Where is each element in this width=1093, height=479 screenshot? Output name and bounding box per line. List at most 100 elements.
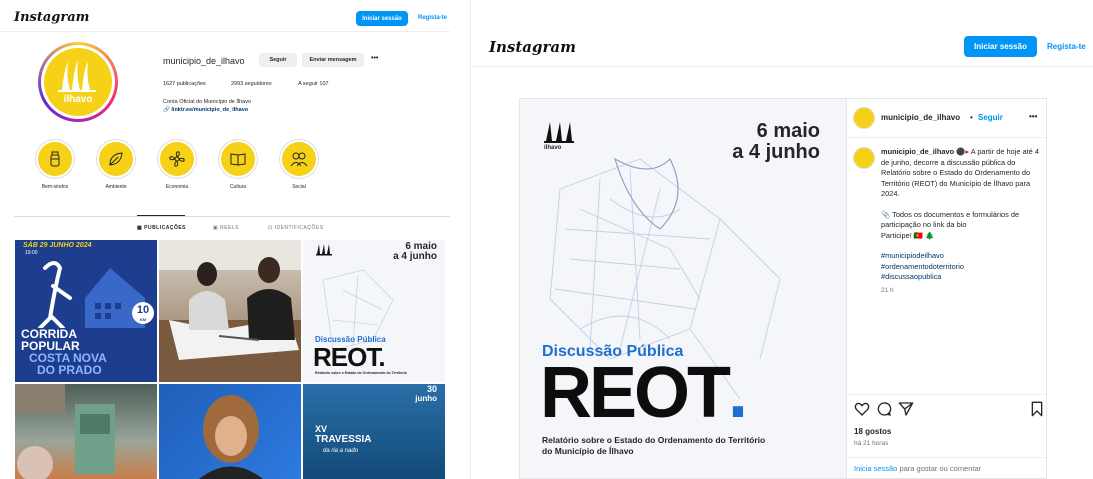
image-big-title: REOT . — [540, 353, 749, 433]
bio-link[interactable]: 🔗 linktr.ee/municipio_de_ilhavo — [163, 107, 248, 113]
ilhavo-logo-icon — [58, 60, 96, 92]
bio-text: Conta Oficial do Município de Ílhavo — [163, 99, 252, 105]
likes-count[interactable]: 18 gostos — [854, 427, 891, 436]
caption-avatar[interactable] — [853, 147, 875, 169]
posts-count: 1627 publicações — [163, 81, 206, 87]
reot-dot: . — [728, 353, 749, 433]
people-icon — [290, 152, 308, 167]
avatar[interactable]: ílhavo — [38, 42, 118, 122]
distance-unit: KM — [139, 317, 147, 322]
post-date: há 21 horas — [854, 440, 889, 447]
photo-tools-icon — [15, 384, 115, 479]
hashtag-link[interactable]: #municipiodeilhavo — [881, 251, 1041, 262]
comment-icon[interactable] — [876, 401, 892, 417]
post-side-panel: municipio_de_ilhavo • Seguir ••• municip… — [847, 98, 1047, 479]
distance-value: 10 — [136, 304, 150, 316]
instagram-logo[interactable]: Instagram — [14, 10, 89, 25]
login-prompt-text: para gostar ou comentar — [897, 464, 982, 473]
tile-caption: Relatório sobre o Estado do Ordenamento … — [315, 371, 407, 375]
post-tile-tools-photo[interactable] — [15, 384, 157, 479]
hashtag-link[interactable]: #ordenamentodoterritorio — [881, 262, 1041, 273]
highlight-economia[interactable] — [158, 140, 196, 178]
fan-icon — [169, 151, 185, 167]
ilhavo-logo-label: ílhavo — [544, 145, 562, 151]
post-tile-portrait-photo[interactable] — [159, 384, 301, 479]
message-button[interactable]: Enviar mensagem — [302, 53, 364, 67]
tab-label: PUBLICAÇÕES — [144, 225, 187, 231]
post-tile-workshop-photo[interactable] — [159, 240, 301, 382]
signup-link[interactable]: Regista-te — [418, 15, 447, 21]
tab-publicacoes[interactable]: ▦ PUBLICAÇÕES — [137, 225, 186, 231]
tabs-divider — [14, 216, 450, 217]
caption-username[interactable]: municipio_de_ilhavo — [881, 147, 954, 156]
profile-username: municipio_de_ilhavo — [163, 56, 245, 66]
top-divider — [0, 31, 450, 32]
avatar-label: ílhavo — [63, 94, 93, 105]
login-prompt: Inicia sessão para gostar ou comentar — [854, 464, 981, 473]
following-count[interactable]: A seguir 107 — [298, 81, 329, 87]
photo-person-icon — [199, 395, 263, 479]
share-icon[interactable] — [898, 401, 914, 417]
tab-label: REELS — [220, 225, 240, 231]
instagram-logo[interactable]: Instagram — [489, 38, 576, 56]
image-caption-2: do Município de Ílhavo — [542, 446, 634, 456]
highlight-ambiente[interactable] — [97, 140, 135, 178]
tile-edition: XV — [315, 424, 328, 434]
more-options-icon[interactable]: ••• — [1029, 112, 1037, 121]
top-divider — [471, 66, 1093, 67]
active-tab-indicator — [137, 215, 185, 216]
author-username[interactable]: municipio_de_ilhavo — [881, 113, 960, 122]
login-button[interactable]: Iniciar sessão — [964, 36, 1037, 57]
highlight-label: Bem-vindos — [41, 184, 69, 190]
tile-title-4: DO PRADO — [37, 363, 102, 377]
login-prompt-link[interactable]: Inicia sessão — [854, 464, 897, 473]
highlight-label: Social — [292, 184, 306, 190]
author-avatar[interactable] — [853, 107, 875, 129]
caption-time: 21 h — [881, 286, 894, 294]
actions-divider — [847, 394, 1046, 395]
tab-label: IDENTIFICAÇÕES — [274, 225, 324, 231]
tile-time: 19:00 — [25, 250, 38, 256]
login-button[interactable]: Iniciar sessão — [356, 11, 408, 26]
highlight-cultura[interactable] — [219, 140, 257, 178]
caption-text-3-label: Participe! — [881, 230, 912, 240]
hashtag-link[interactable]: #discussaopublica — [881, 272, 1041, 283]
follow-link[interactable]: Seguir — [978, 113, 1003, 122]
caption-body: municipio_de_ilhavo ⚫▸ A partir de hoje … — [881, 147, 1041, 296]
caption-text-3: Participe! 🇵🇹 🌲 — [881, 230, 935, 240]
reot-text: REOT — [540, 353, 731, 433]
tile-date-2: a 4 junho — [393, 251, 437, 262]
distance-badge: 10 KM — [132, 302, 154, 324]
highlight-label: Economia — [165, 184, 189, 190]
post-tile-travessia[interactable]: 30 junho XV TRAVESSIA da ria a nado — [303, 384, 445, 479]
header-separator: • — [970, 113, 973, 122]
tab-reels[interactable]: ▣ REELS — [213, 225, 239, 231]
heart-icon[interactable] — [854, 401, 870, 417]
footer-divider — [847, 457, 1046, 458]
post-tile-corrida[interactable]: SÁB 29 JUNHO 2024 19:00 10 KM CORRIDA PO… — [15, 240, 157, 382]
tile-big-text: REOT. — [313, 342, 386, 372]
post-tile-reot[interactable]: 6 maio a 4 junho Discussão Pública REOT.… — [303, 240, 445, 382]
caption-text-2: 📎 Todos os documentos e formulários de p… — [881, 209, 1020, 230]
post-image[interactable]: ílhavo 6 maio a 4 junho Discussão Públic… — [519, 98, 847, 479]
tile-title: TRAVESSIA — [315, 434, 372, 445]
tab-identificacoes[interactable]: ⊡ IDENTIFICAÇÕES — [268, 225, 324, 231]
leaf-icon — [109, 152, 123, 166]
highlight-social[interactable] — [280, 140, 318, 178]
tile-subtitle: da ria a nado — [323, 448, 359, 454]
follow-button[interactable]: Seguir — [259, 53, 297, 67]
more-options-icon[interactable]: ••• — [371, 55, 378, 62]
bottle-icon — [50, 151, 60, 167]
image-date-2: a 4 junho — [732, 141, 820, 163]
signup-link[interactable]: Regista-te — [1047, 42, 1086, 51]
post-page: Instagram Iniciar sessão Regista-te ílha… — [470, 0, 1093, 479]
book-icon — [230, 153, 246, 166]
photo-people-icon — [159, 240, 301, 382]
tile-day: 30 — [426, 384, 437, 394]
followers-count[interactable]: 2993 seguidores — [231, 81, 272, 87]
bookmark-icon[interactable] — [1029, 401, 1045, 417]
image-caption-1: Relatório sobre o Estado do Ordenamento … — [542, 435, 766, 445]
highlight-bem-vindos[interactable] — [36, 140, 74, 178]
